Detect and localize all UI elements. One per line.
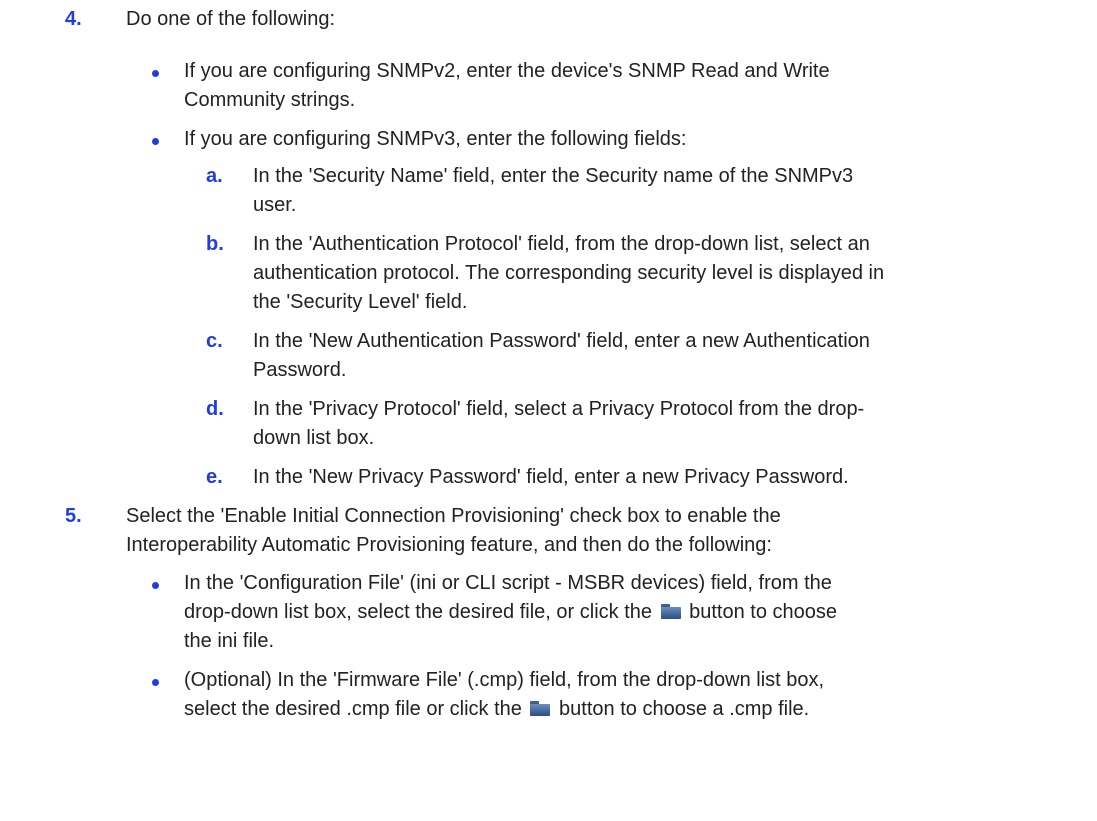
step-text: Select the 'Enable Initial Connection Pr… — [126, 505, 781, 527]
bullet-text-with-icon: drop-down list box, select the desired f… — [184, 598, 837, 627]
bullet-text: Community strings. — [184, 89, 356, 111]
bullet-dot — [152, 679, 159, 686]
bullet-text: In the 'Configuration File' (ini or CLI … — [184, 572, 832, 594]
bullet-text-with-icon: select the desired .cmp file or click th… — [184, 695, 809, 724]
document-page: 4. Do one of the following: If you are c… — [0, 0, 1097, 821]
bullet-dot — [152, 138, 159, 145]
step-text: Do one of the following: — [126, 8, 336, 30]
bullet-text: the ini file. — [184, 630, 275, 652]
sub-item-text: user. — [253, 194, 297, 216]
sub-item-text: In the 'New Authentication Password' fie… — [253, 330, 870, 352]
bullet-text: If you are configuring SNMPv3, enter the… — [184, 128, 687, 150]
sub-item-letter: e. — [206, 466, 223, 488]
step-text: Interoperability Automatic Provisioning … — [126, 534, 772, 556]
folder-icon[interactable] — [530, 701, 551, 716]
sub-item-text: down list box. — [253, 427, 375, 449]
bullet-text: button to choose — [689, 601, 838, 623]
bullet-dot — [152, 70, 159, 77]
sub-item-text: Password. — [253, 359, 347, 381]
sub-item-text: In the 'Security Name' field, enter the … — [253, 165, 854, 187]
bullet-text: select the desired .cmp file or click th… — [184, 698, 522, 720]
step-number: 5. — [65, 505, 82, 527]
sub-item-text: the 'Security Level' field. — [253, 291, 468, 313]
bullet-text: If you are configuring SNMPv2, enter the… — [184, 60, 830, 82]
sub-item-letter: d. — [206, 398, 224, 420]
bullet-text: drop-down list box, select the desired f… — [184, 601, 652, 623]
bullet-text: (Optional) In the 'Firmware File' (.cmp)… — [184, 669, 825, 691]
sub-item-letter: a. — [206, 165, 223, 187]
sub-item-letter: b. — [206, 233, 224, 255]
sub-item-text: In the 'Privacy Protocol' field, select … — [253, 398, 865, 420]
sub-item-text: In the 'Authentication Protocol' field, … — [253, 233, 870, 255]
sub-item-text: authentication protocol. The correspondi… — [253, 262, 885, 284]
step-number: 4. — [65, 8, 82, 30]
bullet-dot — [152, 582, 159, 589]
sub-item-text: In the 'New Privacy Password' field, ent… — [253, 466, 849, 488]
bullet-text: button to choose a .cmp file. — [559, 698, 810, 720]
folder-icon[interactable] — [660, 604, 681, 619]
sub-item-letter: c. — [206, 330, 223, 352]
